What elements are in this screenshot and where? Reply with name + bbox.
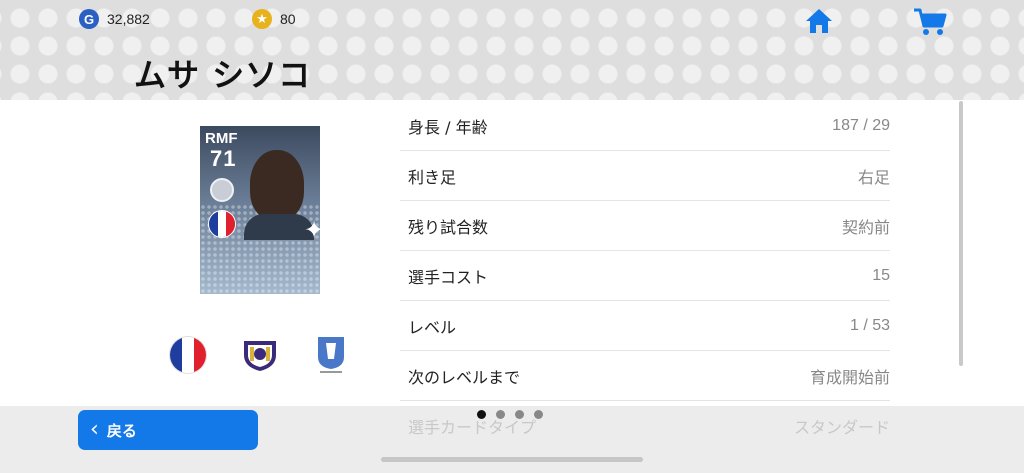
info-label: レベル [408,317,457,337]
gp-balance: G 32,882 [79,9,150,29]
page-indicator[interactable] [477,410,543,419]
info-row: レベル 1 / 53 [400,301,890,351]
player-info-list: 身長 / 年齢 187 / 29 利き足 右足 残り試合数 契約前 選手コスト … [400,101,890,401]
page-dot[interactable] [515,410,524,419]
info-value: 1 / 53 [849,316,890,334]
sparkle-icon: ✦ [304,216,320,244]
cart-button[interactable] [912,7,948,37]
info-value: 契約前 [841,219,890,237]
info-value: スタンダード [793,418,890,437]
club-logo-icon[interactable] [241,335,279,373]
info-value: 育成開始前 [809,369,890,387]
cart-icon [914,8,947,35]
league-logo-icon[interactable] [314,335,348,375]
home-indicator[interactable] [381,457,643,462]
info-row: 利き足 右足 [400,151,890,201]
info-value: 187 / 29 [832,116,890,134]
info-label: 残り試合数 [408,217,489,237]
page-dot[interactable] [496,410,505,419]
info-label: 選手コスト [408,267,489,287]
info-label: 次のレベルまで [408,367,521,387]
coin-value: 80 [280,11,296,27]
card-rating: 71 [210,146,237,171]
gp-value: 32,882 [107,11,150,27]
star-coin-icon: ★ [252,9,272,29]
home-icon [806,9,832,33]
header-bar: G 32,882 ★ 80 ムサ シソコ [0,0,1024,100]
info-row: 残り試合数 契約前 [400,201,890,251]
player-name: ムサ シソコ [134,56,312,94]
player-card[interactable]: RMF 71 ✦ [200,126,320,294]
info-row: 身長 / 年齢 187 / 29 [400,101,890,151]
page-dot[interactable] [477,410,486,419]
coin-balance: ★ 80 [252,9,296,29]
nationality-flag-icon[interactable] [170,337,206,373]
player-photo [250,150,304,220]
card-flag-france-icon [208,210,236,238]
list-scrollbar[interactable] [959,101,963,366]
back-button[interactable]: ‹ 戻る [78,410,258,450]
info-row: 次のレベルまで 育成開始前 [400,351,890,401]
info-label: 利き足 [408,167,457,187]
info-value: 15 [872,266,890,284]
card-club-crest-icon [210,178,234,202]
info-row: 選手コスト 15 [400,251,890,301]
info-value: 右足 [857,169,890,187]
card-position: RMF [205,130,238,147]
back-button-label: 戻る [106,421,137,440]
info-label: 身長 / 年齢 [408,117,488,137]
chevron-left-icon: ‹ [90,417,99,442]
g-coin-icon: G [79,9,99,29]
home-button[interactable] [804,7,834,35]
page-dot[interactable] [534,410,543,419]
